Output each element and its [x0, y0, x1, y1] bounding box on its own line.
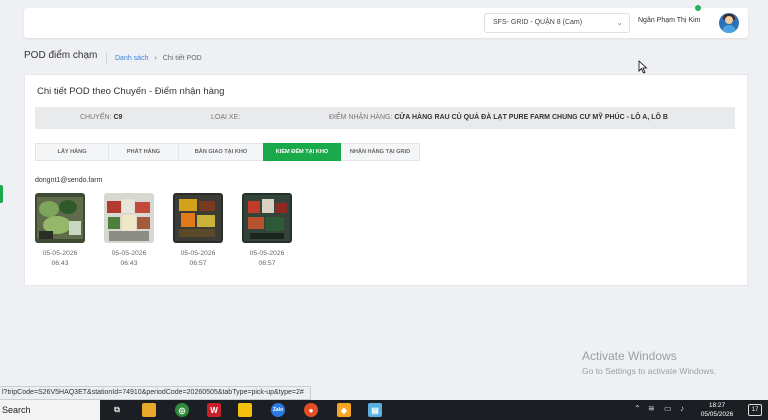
- tab-phat-hang[interactable]: PHÁT HÀNG: [108, 143, 179, 161]
- photo-time: 06:57: [258, 259, 276, 267]
- tab-kiem-dem-tai-kho[interactable]: KIỂM ĐẾM TẠI KHO: [263, 143, 341, 161]
- taskbar-clock[interactable]: 18:27 05/05/2026: [696, 401, 738, 419]
- mouse-cursor-icon: [638, 60, 648, 74]
- page-title: POD điểm chạm: [24, 50, 98, 61]
- sticky-notes-icon[interactable]: [238, 403, 252, 417]
- breadcrumb-divider: [106, 52, 107, 64]
- photo-date: 05-05-2026: [180, 250, 216, 257]
- trip-info-row: CHUYẾN: C9 LOẠI XE: ĐIỂM NHẬN HÀNG: CỬA …: [35, 107, 735, 129]
- trip-label: CHUYẾN:: [80, 114, 112, 121]
- photo-timestamp: 05-05-2026 06:57: [239, 249, 295, 268]
- battery-icon[interactable]: ▭: [664, 404, 672, 413]
- card-title: Chi tiết POD theo Chuyến - Điểm nhận hàn…: [37, 86, 225, 97]
- receive-point-info: ĐIỂM NHẬN HÀNG: CỬA HÀNG RAU CỦ QUẢ ĐÀ L…: [329, 114, 668, 121]
- tab-lay-hang[interactable]: LẤY HÀNG: [35, 143, 109, 161]
- photo-timestamp: 05-05-2026 06:57: [170, 249, 226, 268]
- photo-time: 06:43: [51, 259, 69, 267]
- photo-timestamp: 05-05-2026 06:43: [32, 249, 88, 268]
- photo-date: 05-05-2026: [42, 250, 78, 257]
- breadcrumb-link-list[interactable]: Danh sách: [115, 55, 148, 62]
- uploader-email: dongnt1@sendo.farm: [35, 177, 103, 184]
- file-explorer-icon[interactable]: [142, 403, 156, 417]
- chevron-up-icon[interactable]: ⌃: [634, 404, 641, 413]
- top-header: SFS- GRID - QUẬN 8 (Cam) ⌄ Ngân Phạm Thị…: [24, 8, 748, 38]
- notification-center-icon[interactable]: 17: [748, 404, 762, 416]
- pod-detail-card: Chi tiết POD theo Chuyến - Điểm nhận hàn…: [24, 74, 748, 286]
- store-select[interactable]: SFS- GRID - QUẬN 8 (Cam) ⌄: [484, 13, 630, 33]
- trip-value: C9: [113, 114, 123, 121]
- app-icon[interactable]: ◆: [337, 403, 351, 417]
- pod-photo-thumbnail[interactable]: [173, 193, 223, 243]
- vehicle-info: LOẠI XE:: [211, 114, 240, 121]
- wps-office-icon[interactable]: W: [207, 403, 221, 417]
- pod-photo-thumbnail[interactable]: [242, 193, 292, 243]
- clock-time: 18:27: [708, 402, 726, 409]
- photo-time: 06:43: [120, 259, 138, 267]
- clock-date: 05/05/2026: [700, 411, 734, 418]
- trip-info: CHUYẾN: C9: [80, 114, 122, 121]
- photo-date: 05-05-2026: [249, 250, 285, 257]
- avatar[interactable]: [719, 13, 739, 33]
- watermark-title: Activate Windows: [582, 349, 677, 363]
- pod-photo-thumbnail[interactable]: [104, 193, 154, 243]
- tab-nhan-hang-tai-grid[interactable]: NHẬN HÀNG TẠI GRID: [340, 143, 420, 161]
- pod-tabs: LẤY HÀNG PHÁT HÀNG BÀN GIAO TẠI KHO KIỂM…: [35, 143, 420, 161]
- watermark-subtitle: Go to Settings to activate Windows.: [582, 366, 717, 376]
- breadcrumb-separator: ›: [154, 54, 157, 62]
- photo-date: 05-05-2026: [111, 250, 147, 257]
- tab-ban-giao-tai-kho[interactable]: BÀN GIAO TẠI KHO: [178, 143, 264, 161]
- wifi-icon[interactable]: ≋: [648, 404, 655, 413]
- browser-icon[interactable]: ●: [304, 403, 318, 417]
- receive-point-value: CỬA HÀNG RAU CỦ QUẢ ĐÀ LẠT PURE FARM CHU…: [394, 114, 668, 121]
- windows-taskbar: Search ⧉ ◎ W Zalo ● ◆ ▤ ⌃ ≋ ▭ ♪ 18:27 05…: [0, 400, 768, 420]
- chrome-icon[interactable]: ◎: [175, 403, 189, 417]
- user-name[interactable]: Ngân Phạm Thị Kim: [638, 17, 701, 24]
- online-status-dot: [695, 5, 701, 11]
- receive-point-label: ĐIỂM NHẬN HÀNG:: [329, 114, 393, 121]
- store-select-value: SFS- GRID - QUẬN 8 (Cam): [493, 19, 583, 26]
- photo-time: 06:57: [189, 259, 207, 267]
- chevron-down-icon: ⌄: [616, 18, 623, 27]
- task-view-icon[interactable]: ⧉: [110, 403, 124, 417]
- status-url: l?tripCode=S26V5HAQ3ET&stationId=74910&p…: [0, 386, 311, 400]
- app-icon-2[interactable]: ▤: [368, 403, 382, 417]
- zalo-icon[interactable]: Zalo: [271, 403, 285, 417]
- breadcrumb: Danh sách › Chi tiết POD: [106, 52, 202, 64]
- photo-timestamp: 05-05-2026 06:43: [101, 249, 157, 268]
- side-handle[interactable]: [0, 185, 3, 203]
- vehicle-label: LOẠI XE:: [211, 114, 241, 121]
- pod-photo-thumbnail[interactable]: [35, 193, 85, 243]
- breadcrumb-current: Chi tiết POD: [162, 54, 202, 62]
- volume-icon[interactable]: ♪: [680, 404, 684, 413]
- taskbar-search[interactable]: Search: [0, 400, 100, 420]
- activate-windows-watermark: Activate Windows Go to Settings to activ…: [582, 349, 716, 376]
